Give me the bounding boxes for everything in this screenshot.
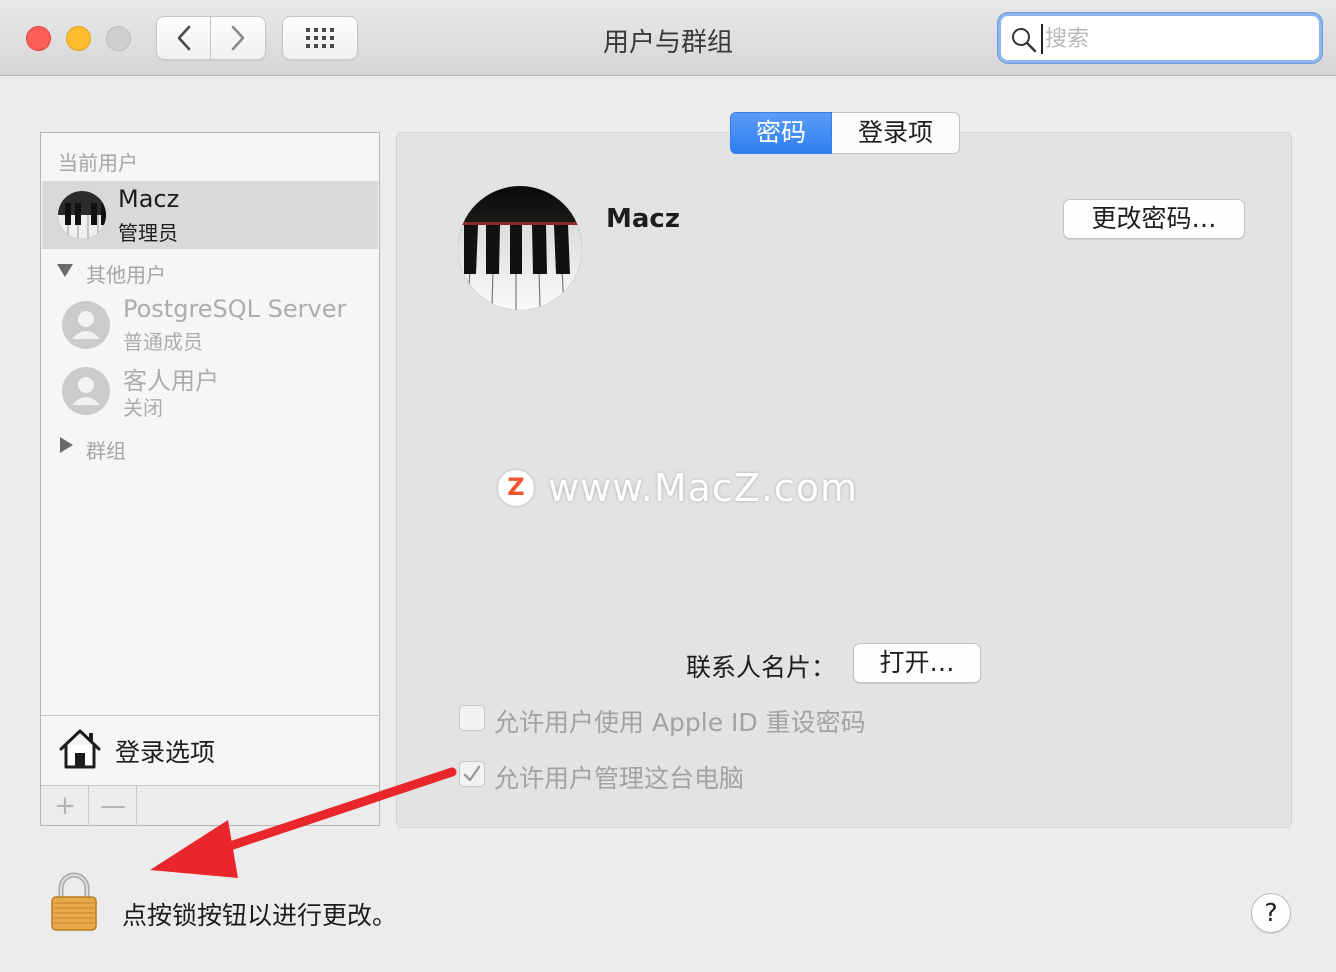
- title-bar: 用户与群组: [0, 0, 1336, 76]
- user-role: 普通成员: [123, 330, 203, 354]
- macz-logo: Z: [498, 470, 534, 506]
- login-options-item[interactable]: 登录选项: [41, 715, 379, 785]
- user-name: PostgreSQL Server: [123, 295, 347, 323]
- groups-header[interactable]: 群组: [86, 435, 126, 464]
- remove-user-button[interactable]: —: [89, 786, 137, 826]
- contact-card-label: 联系人名片：: [686, 653, 837, 682]
- change-password-button[interactable]: 更改密码…: [1063, 199, 1245, 239]
- user-silhouette-icon: [62, 301, 110, 349]
- user-silhouette-icon: [62, 367, 110, 415]
- watermark-text: www.MacZ.com: [548, 466, 859, 510]
- tab-bar: 密码 登录项: [730, 112, 960, 154]
- current-users-header: 当前用户: [58, 151, 138, 175]
- add-user-button[interactable]: +: [41, 786, 89, 826]
- user-role: 管理员: [118, 221, 178, 245]
- allow-admin-label: 允许用户管理这台电脑: [494, 764, 745, 793]
- minus-icon: —: [100, 791, 126, 821]
- sidebar-toolbar: + —: [41, 785, 379, 826]
- allow-admin-checkbox[interactable]: [459, 761, 485, 787]
- user-row-postgresql[interactable]: PostgreSQL Server 普通成员: [42, 293, 378, 357]
- disclosure-expanded-icon[interactable]: [57, 264, 73, 277]
- open-contact-button[interactable]: 打开…: [853, 643, 981, 683]
- tab-login-items[interactable]: 登录项: [832, 112, 960, 154]
- reset-with-apple-id-checkbox[interactable]: [459, 705, 485, 731]
- lock-message: 点按锁按钮以进行更改。: [122, 901, 398, 930]
- other-users-header: 其他用户: [86, 263, 166, 287]
- main-user-name: Macz: [606, 204, 680, 234]
- user-name: Macz: [118, 185, 180, 213]
- user-name: 客人用户: [123, 367, 219, 395]
- help-button[interactable]: ?: [1251, 893, 1291, 933]
- user-row-guest[interactable]: 客人用户 关闭: [42, 359, 378, 423]
- checkmark-icon: [463, 765, 481, 782]
- tab-password[interactable]: 密码: [730, 112, 832, 154]
- piano-avatar: [58, 191, 106, 239]
- search-field[interactable]: [998, 13, 1322, 63]
- plus-icon: +: [54, 791, 76, 821]
- search-input[interactable]: [1041, 24, 1311, 54]
- users-sidebar: 当前用户 Macz 管理员 其他用户 PostgreSQL Server 普通成…: [40, 132, 380, 826]
- user-row-macz[interactable]: Macz 管理员: [42, 181, 378, 249]
- house-icon: [59, 729, 101, 769]
- user-role: 关闭: [123, 396, 163, 420]
- disclosure-collapsed-icon[interactable]: [60, 437, 73, 453]
- lock-icon[interactable]: [50, 872, 98, 936]
- user-picture[interactable]: [458, 186, 582, 310]
- reset-with-apple-id-label: 允许用户使用 Apple ID 重设密码: [494, 708, 866, 737]
- search-icon: [1012, 28, 1037, 53]
- login-options-label: 登录选项: [115, 738, 216, 767]
